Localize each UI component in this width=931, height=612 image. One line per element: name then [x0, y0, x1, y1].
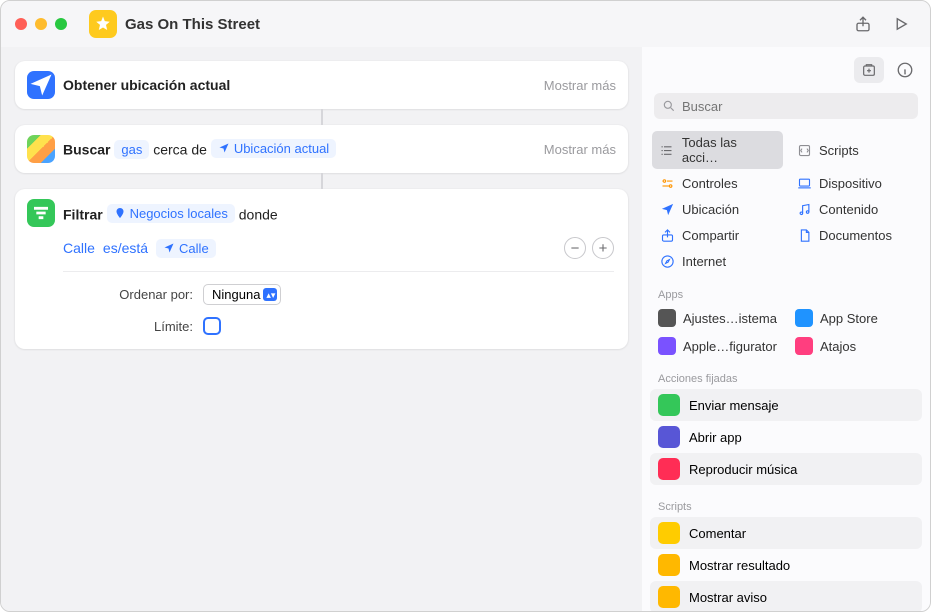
action-icon — [658, 394, 680, 416]
script-icon — [796, 142, 812, 158]
category-controls[interactable]: Controles — [652, 171, 783, 195]
action-item[interactable]: Mostrar aviso — [650, 581, 922, 611]
app-item[interactable]: App Store — [789, 305, 920, 331]
action-filter[interactable]: Filtrar Negocios locales donde Calle es/… — [15, 189, 628, 349]
pinned-section-label: Acciones fijadas — [642, 365, 930, 389]
library-scroll[interactable]: Todas las acci…ScriptsControlesDispositi… — [642, 127, 930, 611]
show-more-button[interactable]: Mostrar más — [544, 142, 616, 157]
location-icon — [659, 201, 675, 217]
workflow-editor[interactable]: Obtener ubicación actual Mostrar más Bus… — [1, 47, 642, 611]
shortcut-icon — [89, 10, 117, 38]
limit-checkbox[interactable] — [203, 317, 221, 335]
show-more-button[interactable]: Mostrar más — [544, 78, 616, 93]
action-item[interactable]: Comentar — [650, 517, 922, 549]
safari-icon — [659, 253, 675, 269]
window-controls — [15, 18, 67, 30]
controls-icon — [659, 175, 675, 191]
close-window-button[interactable] — [15, 18, 27, 30]
zoom-window-button[interactable] — [55, 18, 67, 30]
app-icon — [795, 337, 813, 355]
category-script[interactable]: Scripts — [789, 131, 920, 169]
query-token[interactable]: gas — [114, 140, 149, 159]
window: Gas On This Street Obtener ubicación act… — [0, 0, 931, 612]
app-item[interactable]: Ajustes…istema — [652, 305, 783, 331]
add-condition-button[interactable]: + — [592, 237, 614, 259]
action-icon — [658, 458, 680, 480]
value-token[interactable]: Calle — [156, 239, 216, 258]
app-icon — [658, 337, 676, 355]
share-button[interactable] — [848, 11, 878, 37]
category-music[interactable]: Contenido — [789, 197, 920, 221]
action-item[interactable]: Enviar mensaje — [650, 389, 922, 421]
order-label: Ordenar por: — [63, 287, 193, 302]
device-icon — [796, 175, 812, 191]
share-icon — [659, 227, 675, 243]
apps-section-label: Apps — [642, 281, 930, 305]
operator-select[interactable]: es/está — [103, 240, 148, 256]
location-arrow-icon — [27, 71, 55, 99]
search-icon — [662, 99, 676, 113]
action-icon — [658, 554, 680, 576]
minimize-window-button[interactable] — [35, 18, 47, 30]
app-item[interactable]: Apple…figurator — [652, 333, 783, 359]
action-icon — [658, 586, 680, 608]
category-doc[interactable]: Documentos — [789, 223, 920, 247]
app-item[interactable]: Atajos — [789, 333, 920, 359]
category-location[interactable]: Ubicación — [652, 197, 783, 221]
action-verb: Buscar — [63, 141, 110, 157]
run-button[interactable] — [886, 11, 916, 37]
filter-icon — [27, 199, 55, 227]
info-button[interactable] — [892, 57, 918, 83]
near-text: cerca de — [153, 141, 207, 157]
scripts-section-label: Scripts — [642, 493, 930, 517]
library-toggle-button[interactable] — [854, 57, 884, 83]
action-verb: Filtrar — [63, 206, 103, 222]
app-icon — [658, 309, 676, 327]
filter-condition-row: Calle es/está Calle − + — [63, 237, 614, 259]
action-item[interactable]: Mostrar resultado — [650, 549, 922, 581]
search-field[interactable] — [654, 93, 918, 119]
action-title: Obtener ubicación actual — [63, 77, 230, 93]
where-text: donde — [239, 206, 278, 222]
list-icon — [659, 142, 675, 158]
category-share[interactable]: Compartir — [652, 223, 783, 247]
maps-icon — [27, 135, 55, 163]
action-icon — [658, 522, 680, 544]
location-token[interactable]: Ubicación actual — [211, 139, 336, 158]
action-get-location[interactable]: Obtener ubicación actual Mostrar más — [15, 61, 628, 109]
remove-condition-button[interactable]: − — [564, 237, 586, 259]
music-icon — [796, 201, 812, 217]
action-item[interactable]: Abrir app — [650, 421, 922, 453]
action-item[interactable]: Reproducir música — [650, 453, 922, 485]
subject-token[interactable]: Negocios locales — [107, 204, 235, 223]
action-search-maps[interactable]: Buscar gas cerca de Ubicación actual Mos… — [15, 125, 628, 173]
field-select[interactable]: Calle — [63, 240, 95, 256]
limit-label: Límite: — [63, 319, 193, 334]
category-list[interactable]: Todas las acci… — [652, 131, 783, 169]
doc-icon — [796, 227, 812, 243]
titlebar: Gas On This Street — [1, 1, 930, 47]
search-input[interactable] — [682, 99, 910, 114]
library-sidebar: Todas las acci…ScriptsControlesDispositi… — [642, 47, 930, 611]
category-safari[interactable]: Internet — [652, 249, 783, 273]
action-icon — [658, 426, 680, 448]
order-select[interactable]: Ninguna ▴▾ — [203, 284, 281, 305]
window-title: Gas On This Street — [125, 16, 260, 33]
app-icon — [795, 309, 813, 327]
category-device[interactable]: Dispositivo — [789, 171, 920, 195]
